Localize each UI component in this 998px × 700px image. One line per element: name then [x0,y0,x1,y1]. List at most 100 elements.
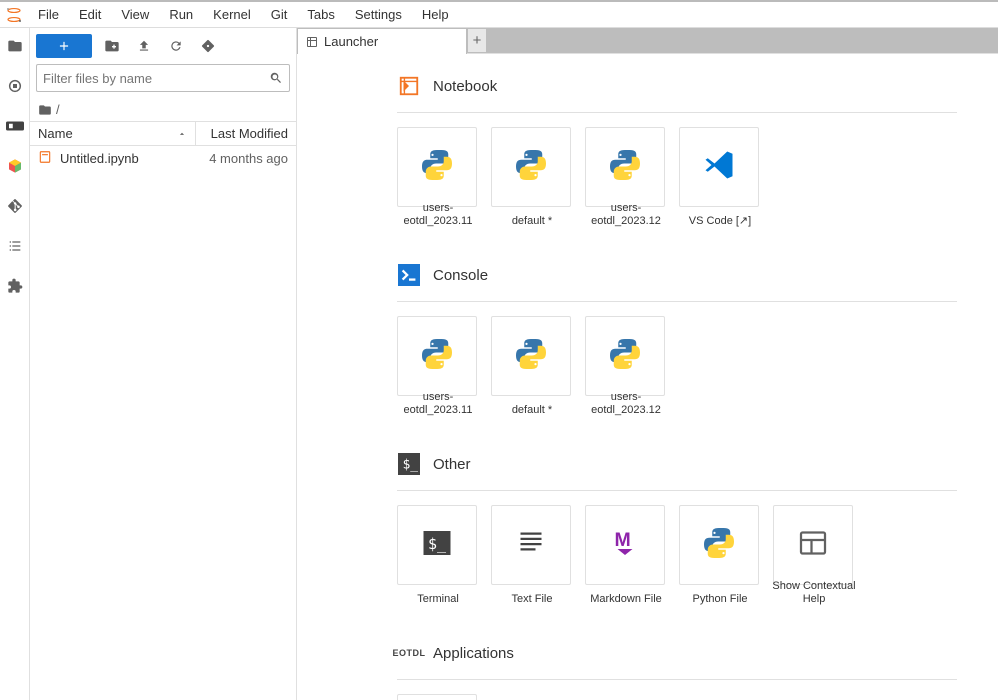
section-title: Console [433,267,488,284]
other-section-icon: $_ [397,452,421,476]
file-filter-input[interactable] [43,71,269,86]
launcher-tab-icon [306,36,318,48]
menu-kernel[interactable]: Kernel [203,3,261,26]
section-notebook: Notebook users-eotdl_2023.11default *use… [397,74,998,235]
column-name[interactable]: Name [30,122,196,145]
python-icon [419,336,455,372]
launcher-card-label: users-eotdl_2023.11 [393,391,483,417]
section-divider [397,112,957,113]
upload-button[interactable] [132,34,156,58]
tab-add-button[interactable]: + [467,28,487,53]
file-list: Untitled.ipynb 4 months ago [30,146,296,700]
console-section-icon [397,263,421,287]
tab-launcher[interactable]: Launcher [297,28,467,54]
menu-view[interactable]: View [111,3,159,26]
menu-file[interactable]: File [28,3,69,26]
activity-extensions[interactable] [5,276,25,296]
work-area: Launcher + Notebook users-eotdl_2023.11d… [297,28,998,700]
launcher-card-label: Terminal [393,593,483,606]
launcher-card-label: Python File [675,593,765,606]
tab-bar: Launcher + [297,28,998,54]
section-title: Applications [433,645,514,662]
launcher-card[interactable]: Show Contextual Help [773,505,853,585]
launcher-card[interactable]: EOTDLNotebooks [397,694,477,700]
git-button[interactable] [196,34,220,58]
refresh-button[interactable] [164,34,188,58]
launcher-card[interactable]: users-eotdl_2023.12 [585,316,665,396]
vscode-icon [701,147,737,183]
applications-section-icon: EOTDL [397,641,421,665]
launcher-card-label: users-eotdl_2023.12 [581,391,671,417]
sort-asc-icon [177,129,187,139]
new-launcher-button[interactable] [36,34,92,58]
launcher-card[interactable]: default * [491,127,571,207]
python-icon [607,336,643,372]
menu-tabs[interactable]: Tabs [297,3,344,26]
menu-git[interactable]: Git [261,3,298,26]
notebook-section-icon [397,74,421,98]
launcher-card-label: Show Contextual Help [769,580,859,606]
activity-git[interactable] [5,196,25,216]
activity-dask[interactable] [5,116,25,136]
activity-toc[interactable] [5,236,25,256]
launcher-card[interactable]: Text File [491,505,571,585]
launcher-card-label: Text File [487,593,577,606]
breadcrumb[interactable]: / [30,98,296,121]
python-icon [419,147,455,183]
menu-run[interactable]: Run [159,3,203,26]
file-toolbar [30,28,296,64]
menu: File Edit View Run Kernel Git Tabs Setti… [28,3,459,26]
file-modified: 4 months ago [188,151,288,166]
column-modified[interactable]: Last Modified [196,122,296,145]
section-divider [397,490,957,491]
launcher-card-label: default * [487,215,577,228]
folder-icon [38,103,52,117]
section-title: Other [433,456,471,473]
section-divider [397,679,957,680]
launcher-card[interactable]: users-eotdl_2023.11 [397,316,477,396]
launcher-card-label: default * [487,404,577,417]
file-filter[interactable] [36,64,290,92]
launcher-card-label: Markdown File [581,593,671,606]
launcher-card-label: VS Code [↗] [675,215,765,228]
launcher-card[interactable]: $_Terminal [397,505,477,585]
section-other: $_ Other $_TerminalText FileMMarkdown Fi… [397,452,998,613]
file-list-header: Name Last Modified [30,121,296,146]
activity-filebrowser[interactable] [5,36,25,56]
menu-help[interactable]: Help [412,3,459,26]
section-applications: EOTDL Applications EOTDLNotebooks [397,641,998,700]
file-row[interactable]: Untitled.ipynb 4 months ago [30,146,296,170]
svg-text:M: M [615,529,631,551]
help-icon [795,525,831,561]
launcher-card[interactable]: Python File [679,505,759,585]
breadcrumb-path: / [56,102,60,117]
top-menubar: File Edit View Run Kernel Git Tabs Setti… [0,0,998,28]
tab-label: Launcher [324,34,378,49]
python-icon [513,336,549,372]
section-title: Notebook [433,78,497,95]
launcher-card-label: users-eotdl_2023.11 [393,202,483,228]
launcher: Notebook users-eotdl_2023.11default *use… [297,54,998,700]
markdown-icon: M [607,525,643,561]
launcher-card[interactable]: users-eotdl_2023.12 [585,127,665,207]
activity-cube[interactable] [5,156,25,176]
launcher-card[interactable]: MMarkdown File [585,505,665,585]
launcher-card-label: users-eotdl_2023.12 [581,202,671,228]
new-folder-button[interactable] [100,34,124,58]
svg-text:$_: $_ [403,458,419,473]
activity-running[interactable] [5,76,25,96]
text-icon [513,525,549,561]
section-console: Console users-eotdl_2023.11default *user… [397,263,998,424]
launcher-card[interactable]: users-eotdl_2023.11 [397,127,477,207]
launcher-card[interactable]: default * [491,316,571,396]
eotdl-mark: EOTDL [393,648,426,658]
search-icon [269,71,283,85]
launcher-card[interactable]: VS Code [↗] [679,127,759,207]
menu-edit[interactable]: Edit [69,3,111,26]
python-icon [701,525,737,561]
notebook-file-icon [38,150,54,166]
terminal-icon: $_ [419,525,455,561]
section-divider [397,301,957,302]
python-icon [607,147,643,183]
menu-settings[interactable]: Settings [345,3,412,26]
